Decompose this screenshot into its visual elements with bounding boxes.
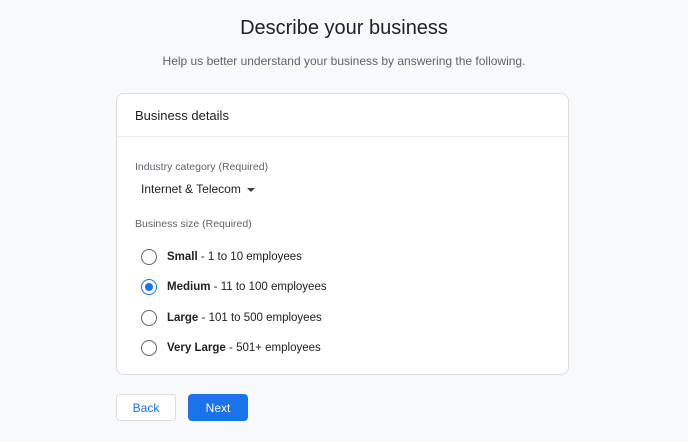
describe-business-page: Describe your business Help us better un… bbox=[0, 0, 688, 442]
next-button[interactable]: Next bbox=[188, 394, 248, 421]
back-button[interactable]: Back bbox=[116, 394, 176, 421]
option-name: Large bbox=[167, 311, 199, 324]
business-size-radio-group: Small - 1 to 10 employees Medium - 11 to… bbox=[141, 242, 327, 363]
business-size-option-very-large[interactable]: Very Large - 501+ employees bbox=[141, 333, 327, 363]
option-name: Very Large bbox=[167, 342, 226, 355]
industry-category-label: Industry category (Required) bbox=[135, 161, 269, 173]
option-label: Small - 1 to 10 employees bbox=[167, 251, 302, 264]
radio-button-icon[interactable] bbox=[141, 249, 157, 266]
option-range: 1 to 10 employees bbox=[207, 251, 302, 264]
option-range: 11 to 100 employees bbox=[220, 281, 327, 294]
option-range: 501+ employees bbox=[236, 342, 321, 355]
option-name: Medium bbox=[167, 281, 211, 294]
radio-button-icon[interactable] bbox=[141, 279, 157, 296]
business-size-option-medium[interactable]: Medium - 11 to 100 employees bbox=[141, 272, 327, 302]
radio-button-icon[interactable] bbox=[141, 309, 157, 326]
page-subtitle: Help us better understand your business … bbox=[162, 54, 526, 68]
industry-category-value: Internet & Telecom bbox=[141, 182, 241, 196]
radio-button-icon[interactable] bbox=[141, 340, 157, 357]
business-size-label: Business size (Required) bbox=[135, 218, 252, 230]
business-size-option-small[interactable]: Small - 1 to 10 employees bbox=[141, 242, 327, 272]
option-label: Very Large - 501+ employees bbox=[167, 342, 321, 355]
option-range: 101 to 500 employees bbox=[208, 311, 322, 324]
caret-down-icon bbox=[246, 187, 255, 192]
business-details-card: Business details Industry category (Requ… bbox=[116, 93, 569, 375]
option-label: Medium - 11 to 100 employees bbox=[167, 281, 327, 294]
industry-category-dropdown[interactable]: Internet & Telecom bbox=[141, 182, 255, 196]
card-header: Business details bbox=[117, 94, 568, 137]
business-size-option-large[interactable]: Large - 101 to 500 employees bbox=[141, 303, 327, 333]
option-label: Large - 101 to 500 employees bbox=[167, 311, 322, 324]
option-name: Small bbox=[167, 251, 198, 264]
page-title: Describe your business bbox=[240, 17, 448, 39]
